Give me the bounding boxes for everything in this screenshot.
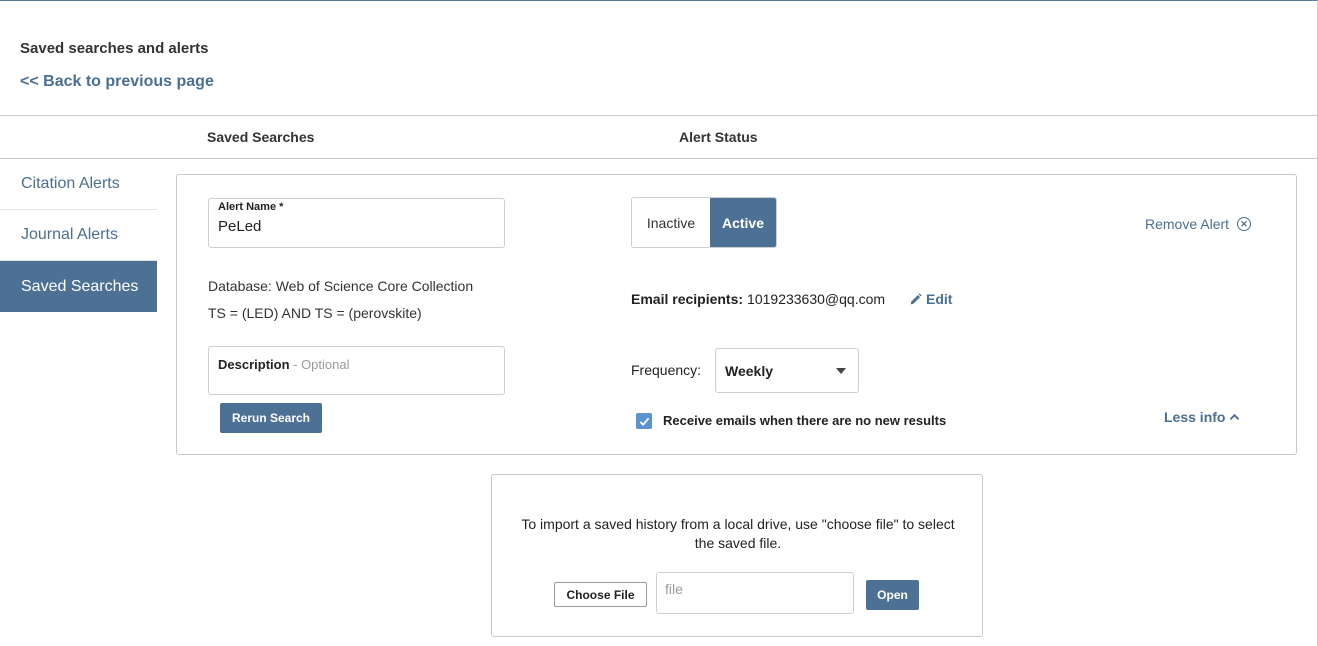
caret-down-icon [836, 368, 846, 374]
back-link[interactable]: << Back to previous page [20, 73, 214, 91]
open-button[interactable]: Open [866, 580, 919, 610]
check-icon [639, 417, 649, 426]
circle-x-icon: ✕ [1237, 217, 1252, 231]
edit-label: Edit [926, 291, 953, 307]
alert-status-toggle: Inactive Active [631, 197, 777, 248]
pencil-icon [910, 292, 922, 304]
sidebar: Citation Alerts Journal Alerts Saved Sea… [0, 159, 157, 312]
email-recipients-row: Email recipients: 1019233630@qq.com Edit [631, 291, 952, 307]
email-recipients-label: Email recipients: [631, 291, 744, 307]
frequency-select[interactable]: Weekly [715, 348, 859, 393]
import-history-panel: To import a saved history from a local d… [491, 474, 983, 637]
saved-search-card: Alert Name * PeLed Database: Web of Scie… [176, 174, 1297, 455]
less-info-link[interactable]: Less info [1164, 409, 1240, 425]
edit-recipients-link[interactable]: Edit [909, 291, 952, 307]
frequency-value: Weekly [725, 362, 773, 379]
email-recipients-value: 1019233630@qq.com [747, 291, 886, 307]
alert-name-field[interactable]: Alert Name * PeLed [208, 198, 505, 248]
status-inactive-button[interactable]: Inactive [632, 198, 710, 247]
database-text: Database: Web of Science Core Collection [208, 278, 474, 294]
frequency-label: Frequency: [631, 362, 702, 378]
rerun-search-button[interactable]: Rerun Search [220, 403, 322, 433]
remove-alert-label: Remove Alert [1145, 216, 1230, 232]
no-results-label: Receive emails when there are no new res… [663, 413, 947, 428]
column-header-saved-searches: Saved Searches [207, 129, 315, 145]
sidebar-item-citation-alerts[interactable]: Citation Alerts [0, 159, 157, 210]
import-instructions: To import a saved history from a local d… [521, 516, 955, 551]
remove-alert-link[interactable]: Remove Alert ✕ [1145, 216, 1252, 232]
sidebar-item-journal-alerts[interactable]: Journal Alerts [0, 210, 157, 261]
file-input[interactable]: file [656, 572, 854, 614]
alert-name-label: Alert Name * [218, 201, 284, 213]
description-label: Description [218, 357, 290, 372]
description-optional: - Optional [289, 357, 350, 372]
page-title: Saved searches and alerts [20, 40, 209, 57]
divider [0, 158, 1318, 159]
less-info-label: Less info [1164, 409, 1226, 425]
divider [0, 115, 1318, 116]
no-results-checkbox[interactable] [636, 413, 652, 429]
column-header-alert-status: Alert Status [679, 129, 758, 145]
sidebar-item-saved-searches[interactable]: Saved Searches [0, 261, 157, 312]
status-active-button[interactable]: Active [710, 198, 776, 247]
description-field[interactable]: Description - Optional [208, 346, 505, 395]
choose-file-button[interactable]: Choose File [554, 582, 647, 607]
query-text: TS = (LED) AND TS = (perovskite) [208, 305, 422, 321]
alert-name-value: PeLed [218, 218, 262, 235]
chevron-up-icon [1230, 413, 1240, 420]
